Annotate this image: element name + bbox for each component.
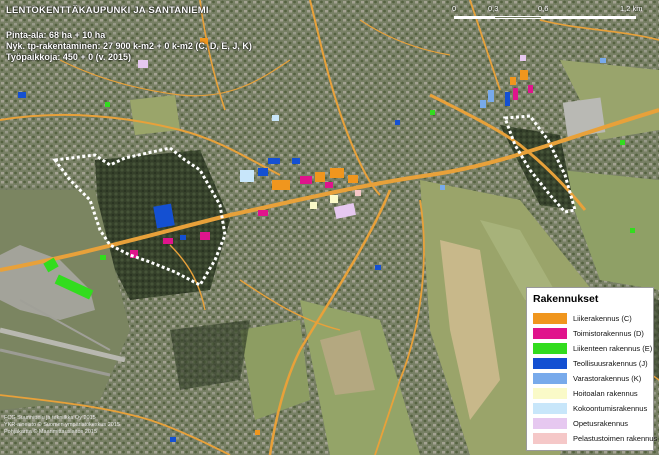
legend-item: Pelastustoimen rakennus <box>533 432 657 445</box>
building-assembly <box>240 170 254 182</box>
building-industrial <box>170 437 176 442</box>
building-office <box>513 88 518 100</box>
building-transport <box>620 140 625 145</box>
building-industrial <box>18 92 26 98</box>
warehouse-roof <box>562 97 606 138</box>
building-care <box>310 202 317 209</box>
legend-label: Toimistorakennus (D) <box>573 329 644 338</box>
building-office <box>528 85 533 93</box>
legend-label: Opetusrakennus <box>573 419 629 428</box>
building-commercial <box>510 77 516 85</box>
building-commercial <box>348 175 358 183</box>
scale-segment <box>494 16 542 19</box>
area-info: Pinta-ala: 68 ha + 10 ha <box>6 30 106 40</box>
forest <box>170 320 250 390</box>
building-industrial <box>153 203 175 229</box>
legend-item: Hoitoalan rakennus <box>533 387 651 400</box>
building-commercial <box>330 168 344 178</box>
legend-item: Opetusrakennus <box>533 417 651 430</box>
construction-info: Nyk. tp-rakentaminen: 27 900 k-m2 + 0 k-… <box>6 41 252 51</box>
legend: Rakennukset Liikerakennus (C) Toimistora… <box>526 287 657 451</box>
map-credits: FCG Suunnittelu ja tekniikka Oy 2015 YKR… <box>4 415 120 436</box>
legend-swatch <box>533 328 567 339</box>
scale-bar: 0 0,3 0,6 1,2 km <box>452 4 652 26</box>
legend-swatch <box>533 373 567 384</box>
building-commercial <box>255 430 260 435</box>
building-industrial <box>505 92 510 106</box>
legend-swatch <box>533 418 567 429</box>
scale-segment <box>454 16 494 19</box>
building-industrial <box>395 120 400 125</box>
building-warehouse <box>488 90 494 102</box>
legend-swatch <box>533 388 567 399</box>
legend-label: Hoitoalan rakennus <box>573 389 638 398</box>
building-commercial <box>272 180 290 190</box>
legend-swatch <box>533 343 567 354</box>
scale-label: 1,2 km <box>620 4 643 13</box>
map-title: LENTOKENTTÄKAUPUNKI JA SANTANIEMI <box>6 5 209 16</box>
legend-item: Liikerakennus (C) <box>533 312 651 325</box>
building-transport <box>100 255 106 260</box>
building-warehouse <box>440 185 445 190</box>
legend-swatch <box>533 358 567 369</box>
legend-swatch <box>533 403 567 414</box>
building-warehouse <box>480 100 486 108</box>
building-rescue <box>355 190 361 196</box>
legend-label: Pelastustoimen rakennus <box>573 434 658 443</box>
building-transport <box>630 228 635 233</box>
credit-line: YKR-aineisto © Suomen ympäristökeskus 20… <box>4 422 120 428</box>
building-warehouse <box>600 58 606 63</box>
credit-line: Pohjakartta © Maanmittauslaitos 2015 <box>4 429 98 435</box>
scale-label: 0 <box>452 4 457 13</box>
building-office <box>258 210 268 216</box>
building-commercial <box>520 70 528 80</box>
legend-label: Liikenteen rakennus (E) <box>573 344 653 353</box>
legend-title: Rakennukset <box>533 293 599 305</box>
building-commercial <box>315 172 325 182</box>
building-education <box>520 55 526 61</box>
building-care <box>330 195 338 203</box>
legend-label: Liikerakennus (C) <box>573 314 632 323</box>
legend-label: Varastorakennus (K) <box>573 374 642 383</box>
building-transport <box>430 110 435 115</box>
building-education <box>138 60 148 68</box>
legend-item: Kokoontumisrakennus <box>533 402 651 415</box>
scale-label: 0,3 <box>488 4 499 13</box>
legend-item: Liikenteen rakennus (E) <box>533 342 653 355</box>
building-industrial <box>258 168 268 176</box>
building-office <box>163 238 173 244</box>
building-industrial <box>375 265 381 270</box>
scale-label: 0,6 <box>538 4 549 13</box>
building-assembly <box>272 115 279 121</box>
legend-swatch <box>533 433 567 444</box>
building-office <box>200 232 210 240</box>
building-industrial <box>268 158 280 164</box>
building-office <box>300 176 312 184</box>
legend-item: Varastorakennus (K) <box>533 372 651 385</box>
credit-line: FCG Suunnittelu ja tekniikka Oy 2015 <box>4 415 96 421</box>
legend-label: Kokoontumisrakennus <box>573 404 648 413</box>
building-industrial <box>180 235 186 240</box>
building-industrial <box>292 158 300 164</box>
legend-swatch <box>533 313 567 324</box>
jobs-info: Työpaikkoja: 450 + 0 (v. 2015) <box>6 52 131 62</box>
building-transport <box>105 102 110 107</box>
legend-item: Teollisuusrakennus (J) <box>533 357 651 370</box>
scale-segment <box>542 16 636 19</box>
building-office <box>325 182 333 188</box>
legend-item: Toimistorakennus (D) <box>533 327 651 340</box>
legend-label: Teollisuusrakennus (J) <box>573 359 648 368</box>
